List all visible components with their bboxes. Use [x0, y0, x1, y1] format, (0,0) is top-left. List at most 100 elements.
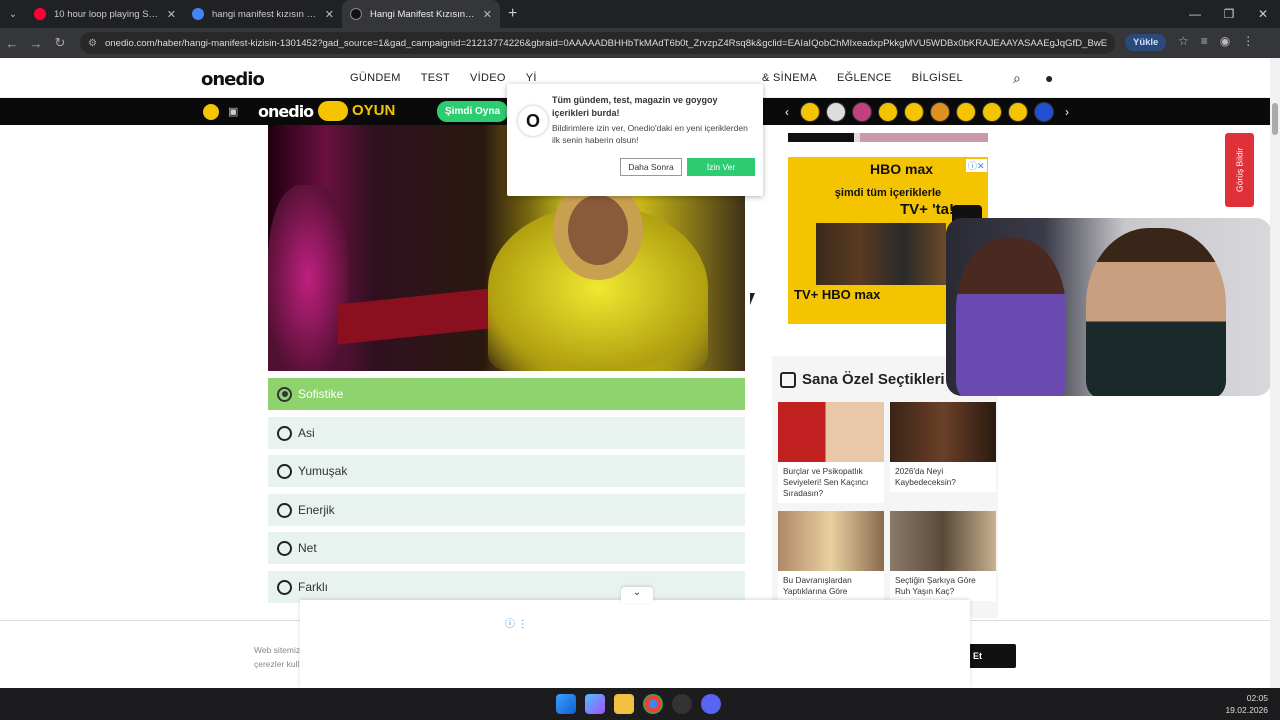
chevron-left-icon[interactable]: ‹ — [780, 105, 794, 119]
play-now-button[interactable]: Şimdi Oyna — [437, 101, 509, 122]
allow-button[interactable]: İzin Ver — [687, 158, 755, 176]
option-label: Yumuşak — [298, 464, 348, 478]
copilot-icon[interactable] — [585, 694, 605, 714]
media-icon[interactable]: ≡ — [1201, 34, 1208, 48]
site-logo[interactable]: onedio — [201, 69, 265, 90]
card-thumbnail — [778, 511, 884, 571]
emoji-icon[interactable] — [1008, 102, 1028, 122]
quiz-option[interactable]: Enerjik — [268, 494, 745, 526]
promo-game-label: OYUN — [352, 102, 396, 119]
quiz-option[interactable]: Farklı — [268, 571, 745, 603]
trend-icon — [780, 371, 796, 388]
nav-item[interactable]: GÜNDEM — [350, 72, 401, 84]
emoji-icon[interactable] — [826, 102, 846, 122]
minimize-icon[interactable]: — — [1178, 0, 1212, 28]
chevron-right-icon[interactable]: › — [1060, 105, 1074, 119]
emoji-icon[interactable] — [878, 102, 898, 122]
feedback-button[interactable]: Görüş Bildir — [1225, 133, 1254, 207]
google-icon — [192, 8, 204, 20]
profile-icon[interactable]: ◉ — [1220, 34, 1230, 48]
nav-item[interactable]: BİLGİSEL — [912, 72, 963, 84]
smiley-icon — [203, 104, 219, 120]
notification-prompt: O Tüm gündem, test, magazin ve goygoy iç… — [507, 84, 763, 196]
windows-start-icon[interactable] — [556, 694, 576, 714]
emoji-icon[interactable] — [930, 102, 950, 122]
quiz-option[interactable]: Sofistike — [268, 378, 745, 410]
emoji-icon[interactable] — [956, 102, 976, 122]
ad-info-icon[interactable]: ⓘ ⋮ — [505, 615, 528, 630]
nav-item[interactable]: TEST — [421, 72, 450, 84]
nav-item[interactable]: EĞLENCE — [837, 72, 892, 84]
later-button[interactable]: Daha Sonra — [620, 158, 682, 176]
ad-footer: TV+ HBO max — [794, 287, 881, 302]
picks-title: Sana Özel Seçtikleri — [780, 371, 945, 388]
quiz-option[interactable]: Net — [268, 532, 745, 564]
url-input[interactable]: ⚙ onedio.com/haber/hangi-manifest-kizisi… — [80, 32, 1115, 54]
mouse-cursor — [750, 293, 755, 305]
pick-card[interactable]: Burçlar ve Psikopatlık Seviyeleri! Sen K… — [778, 402, 884, 503]
onedio-icon — [350, 8, 362, 20]
new-tab-button[interactable]: + — [508, 5, 517, 23]
nav-item[interactable]: VİDEO — [470, 72, 506, 84]
chevron-down-icon[interactable]: ⌄ — [621, 587, 653, 603]
browser-tab-active[interactable]: Hangi Manifest Kızısın? - Onedi ✕ — [342, 0, 500, 28]
browser-tab-strip: ⌄ 10 hour loop playing Subway S ✕ hangi … — [0, 0, 1280, 28]
close-icon[interactable]: ✕ — [167, 8, 176, 21]
quiz-option[interactable]: Yumuşak — [268, 455, 745, 487]
taskbar-apps — [556, 694, 721, 714]
browser-toolbar-icons: ☆ ≡ ◉ ⋮ — [1178, 34, 1254, 48]
chrome-icon[interactable] — [643, 694, 663, 714]
bookmark-star-icon[interactable]: ☆ — [1178, 34, 1189, 48]
close-window-icon[interactable]: ✕ — [1246, 0, 1280, 28]
notification-title: Tüm gündem, test, magazin ve goygoy içer… — [552, 95, 718, 118]
file-explorer-icon[interactable] — [614, 694, 634, 714]
app-icon[interactable] — [672, 694, 692, 714]
promo-logo: onedio — [258, 102, 314, 121]
card-title: Seçtiğin Şarkıya Göre Ruh Yaşın Kaç? — [895, 575, 976, 596]
back-icon[interactable]: ← — [0, 36, 24, 51]
tab-search-icon[interactable]: ⌄ — [0, 0, 26, 28]
radio-icon — [277, 463, 292, 479]
pick-card[interactable]: Bu Davranışlardan Yaptıklarına Göre — [778, 511, 884, 601]
user-icon[interactable]: ● — [1045, 70, 1053, 86]
card-thumbnail — [778, 402, 884, 462]
pick-card[interactable]: 2026'da Neyi Kaybedeceksin? — [890, 402, 996, 492]
main-nav: GÜNDEM TEST VİDEO Yİ — [350, 72, 557, 84]
emoji-icon[interactable] — [800, 102, 820, 122]
scroll-thumb[interactable] — [1272, 103, 1278, 135]
forward-icon[interactable]: → — [24, 36, 48, 51]
main-nav-right: & SİNEMA EĞLENCE BİLGİSEL — [762, 72, 983, 84]
discord-icon[interactable] — [701, 694, 721, 714]
option-label: Asi — [298, 426, 315, 440]
radio-checked-icon — [277, 386, 292, 402]
ad-brand: HBO max — [870, 161, 934, 177]
search-icon[interactable]: ⌕ — [1013, 70, 1021, 87]
ad-info-icon[interactable]: ⓘ✕ — [966, 159, 987, 172]
nav-item[interactable]: & SİNEMA — [762, 72, 817, 84]
emoji-icon[interactable] — [852, 102, 872, 122]
emoji-icon[interactable] — [1034, 102, 1054, 122]
close-icon[interactable]: ✕ — [483, 8, 492, 21]
browser-tab[interactable]: 10 hour loop playing Subway S ✕ — [26, 0, 184, 28]
system-clock[interactable]: 02:05 19.02.2026 — [1225, 692, 1268, 716]
page-scrollbar[interactable] — [1270, 58, 1280, 688]
upload-button[interactable]: Yükle — [1125, 34, 1167, 51]
gamepad-icon — [318, 101, 348, 121]
restore-icon[interactable]: ❐ — [1212, 0, 1246, 28]
site-info-icon[interactable]: ⚙ — [88, 38, 97, 49]
controller-icon: ▣ — [228, 106, 239, 118]
youtube-icon — [34, 8, 46, 20]
card-title: Burçlar ve Psikopatlık Seviyeleri! Sen K… — [783, 466, 869, 498]
quiz-option[interactable]: Asi — [268, 417, 745, 449]
bottom-ad-overlay[interactable] — [300, 600, 970, 688]
pick-card[interactable]: Seçtiğin Şarkıya Göre Ruh Yaşın Kaç? — [890, 511, 996, 601]
emoji-icon[interactable] — [982, 102, 1002, 122]
emoji-icon[interactable] — [904, 102, 924, 122]
browser-tab[interactable]: hangi manifest kızısın - Google ✕ — [184, 0, 342, 28]
close-icon[interactable]: ✕ — [325, 8, 334, 21]
streamer-left — [956, 238, 1066, 396]
ad-subline: TV+ 'ta! — [900, 201, 954, 218]
nav-item[interactable]: Yİ — [526, 72, 537, 84]
menu-icon[interactable]: ⋮ — [1242, 34, 1254, 48]
reload-icon[interactable]: ↻ — [48, 35, 72, 51]
